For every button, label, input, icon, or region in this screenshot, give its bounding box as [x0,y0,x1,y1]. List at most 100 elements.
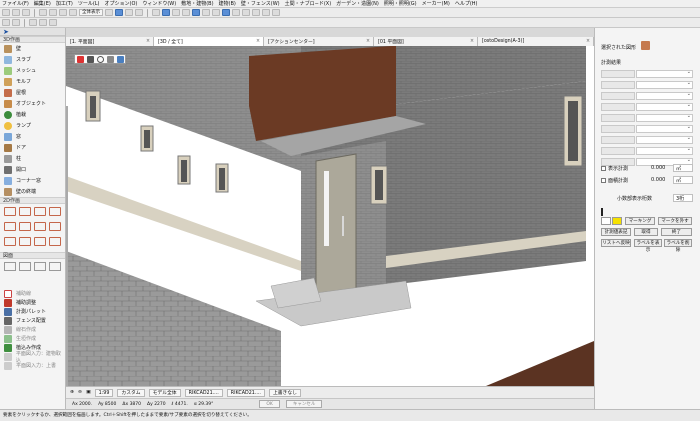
tool-column[interactable]: 柱 [0,153,65,164]
tool-hedge[interactable]: 生垣作成 [0,334,65,343]
measure-row[interactable] [601,124,693,134]
figure-icon[interactable] [49,237,61,246]
pin-icon[interactable] [87,55,94,63]
3d-view-icon[interactable] [162,9,170,16]
color-swatch-yellow[interactable] [612,217,622,225]
arrow-tool-icon[interactable] [2,19,10,26]
tool-wall[interactable]: 壁 [0,43,65,54]
rect-icon[interactable] [19,237,31,246]
close-icon[interactable]: × [586,39,590,44]
zoom-in-icon[interactable]: ⊕ [70,390,74,395]
redo-icon[interactable] [49,9,57,16]
grid-icon[interactable] [105,9,113,16]
measure-row[interactable] [601,80,693,90]
ortho-icon[interactable] [49,19,57,26]
hand-icon[interactable] [641,41,650,50]
tool-opening[interactable]: 開口 [0,164,65,175]
decimals-select[interactable]: 3桁 [673,194,693,202]
close-icon[interactable]: × [256,39,260,44]
view-icon[interactable] [135,9,143,16]
menu-ground[interactable]: 土間・ナブロ−ド(X) [285,0,332,7]
marker-icon[interactable] [77,55,84,63]
volume-unit[interactable]: ㎥ [673,176,693,184]
area-measure-check[interactable]: 表示計測 [601,165,628,172]
fit-icon[interactable]: ▣ [86,390,91,395]
camera-icon[interactable] [182,9,190,16]
delete-label-button[interactable]: ラベルを削除 [664,239,692,253]
tool-door[interactable]: ドア [0,142,65,153]
spline-icon[interactable] [34,222,46,231]
print-icon[interactable] [272,9,280,16]
measure-row[interactable] [601,146,693,156]
undo-icon[interactable] [39,9,47,16]
measure-row[interactable] [601,113,693,123]
tool-aux-adjust[interactable]: 補助調整 [0,298,65,307]
menu-tools[interactable]: ツール(L) [78,0,100,7]
volume-measure-check[interactable]: 面積計測 [601,177,628,184]
tool-plan-overwrite[interactable]: 平面図入力：上書 [0,361,65,370]
arc-icon[interactable] [19,222,31,231]
unmark-button[interactable]: マークを外す [658,217,692,225]
line-icon[interactable] [19,207,31,216]
cancel-button[interactable]: キャンセル [285,400,323,408]
close-icon[interactable]: × [366,39,370,44]
measure-label-button[interactable]: 計測値表記 [601,228,631,236]
snap-icon[interactable] [29,19,37,26]
plan-view-icon[interactable] [172,9,180,16]
model-combo[interactable]: モデル全体 [148,388,181,397]
tool-lamp[interactable]: ランプ [0,120,65,131]
tab-plan-01[interactable]: [01 平面図] × [374,37,478,46]
tool-fence[interactable]: フェンス配置 [0,316,65,325]
tool-measure-palette[interactable]: 計測パレット [0,307,65,316]
dimension-icon[interactable] [34,237,46,246]
copy-icon[interactable] [69,9,77,16]
menu-lighting[interactable]: 照明・照明(G) [384,0,417,7]
acquire-button[interactable]: 取得 [634,228,658,236]
menu-wall-fence[interactable]: 壁・フェンス(W) [241,0,280,7]
layers-icon[interactable] [117,55,124,63]
tool-window[interactable]: 窓 [0,131,65,142]
measure-row[interactable] [601,102,693,112]
arrow-icon[interactable]: ➤ [3,28,9,36]
show-label-button[interactable]: ラベルを表示 [634,239,662,253]
section-icon[interactable] [232,9,240,16]
section-3d[interactable]: 3D作画 [0,36,65,43]
tab-action-center[interactable]: [アクションセンター] × [264,37,374,46]
cut-icon[interactable] [59,9,67,16]
tool-mesh[interactable]: メッシュ [0,65,65,76]
expression-2[interactable]: RIKCAD21.... [226,388,265,397]
menu-options[interactable]: オプション(O) [105,0,138,7]
tool-slab[interactable]: スラブ [0,54,65,65]
dim-radius-icon[interactable] [49,262,61,271]
overwrite-combo[interactable]: 上書きなし [268,388,301,397]
menu-edit[interactable]: 編集(E) [34,0,51,7]
layer-combo[interactable]: カスタム [117,388,145,397]
trash-icon[interactable] [107,55,114,63]
circle-icon[interactable] [4,222,16,231]
scale-field[interactable]: 1:99 [94,388,114,397]
select-icon[interactable] [115,9,123,16]
marking-button[interactable]: マーキング [625,217,655,225]
tab-plan[interactable]: [1. 平面図] × [66,37,154,46]
dim-angle-icon[interactable] [34,262,46,271]
measure-row[interactable] [601,135,693,145]
finish-button[interactable]: 終了 [661,228,692,236]
material-icon[interactable] [252,9,260,16]
dim-level-icon[interactable] [19,262,31,271]
zoom-label[interactable]: 全体表示 [79,9,103,16]
tool-wall-end[interactable]: 壁の終端 [0,186,65,197]
tool-morph[interactable]: モルフ [0,76,65,87]
zoom-icon[interactable] [212,9,220,16]
tab-layout[interactable]: [ostoDesign(A-3)] × [478,37,594,46]
layer-icon[interactable] [125,9,133,16]
menu-process[interactable]: 加工(T) [56,0,73,7]
sun-icon[interactable] [242,9,250,16]
marquee-icon[interactable] [12,19,20,26]
guide-icon[interactable] [39,19,47,26]
menu-building[interactable]: 建物(B) [219,0,236,7]
tool-object[interactable]: オブジェクト [0,98,65,109]
area-unit[interactable]: ㎡ [673,164,693,172]
tool-plan-import[interactable]: 平面図入力：建物取込 [0,351,65,364]
ok-button[interactable]: OK [259,400,280,408]
polyline-icon[interactable] [49,207,61,216]
